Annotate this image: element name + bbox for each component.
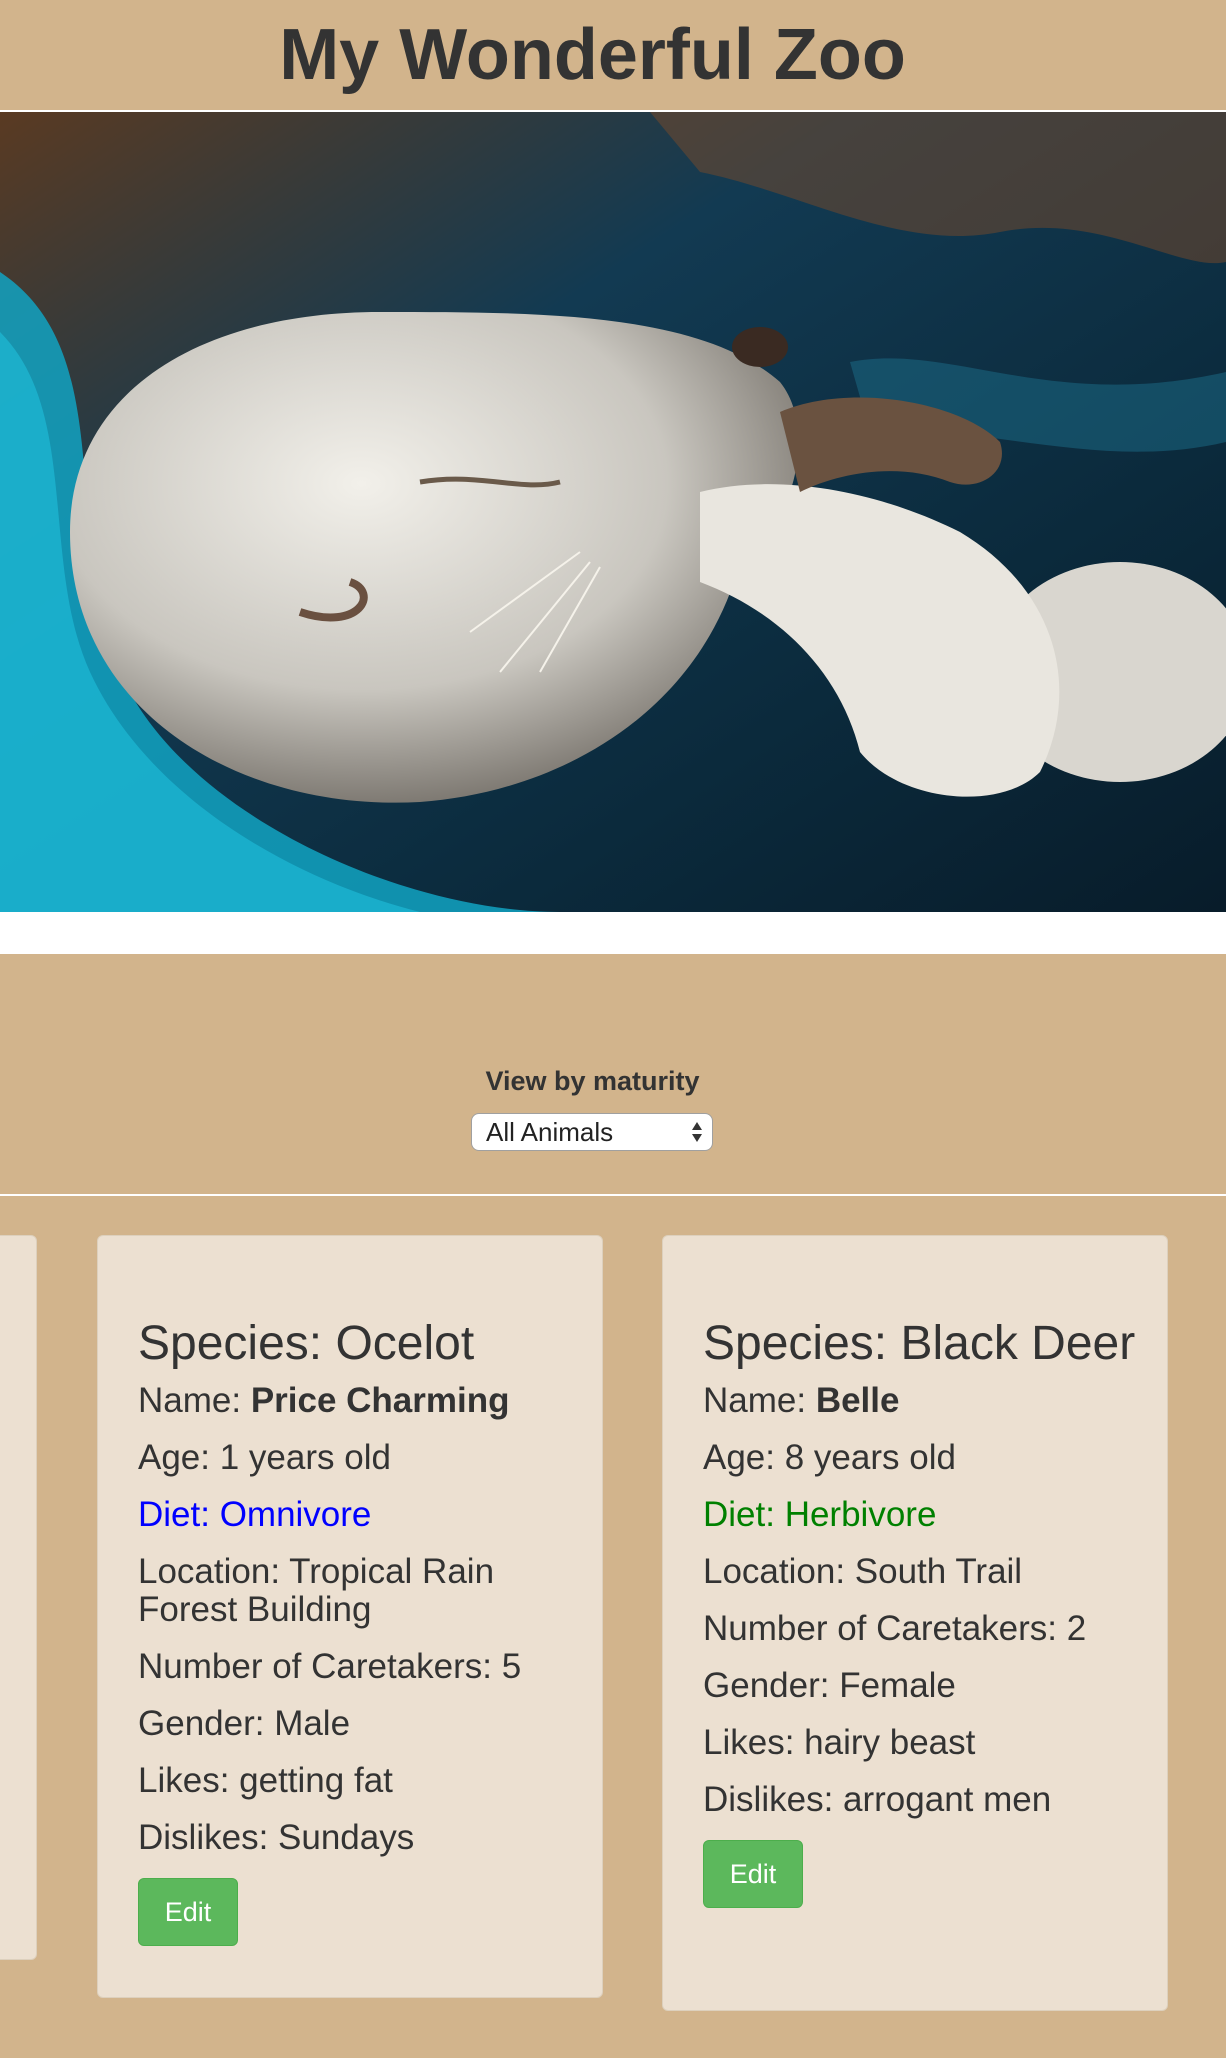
animal-name: Name: Belle [703, 1381, 900, 1420]
animal-caretakers: Number of Caretakers: 5 [138, 1647, 522, 1686]
animal-species: Species: Black Deer [703, 1317, 1136, 1370]
animal-caretakers: Number of Caretakers: 2 [703, 1609, 1087, 1648]
animal-location: Location: Tropical Rain Forest Building [138, 1552, 495, 1629]
select-arrows-icon [692, 1122, 702, 1142]
animal-dislikes: Dislikes: arrogant men [703, 1780, 1052, 1819]
animal-likes: Likes: hairy beast [703, 1723, 976, 1762]
animal-name: Name: Price Charming [138, 1381, 510, 1420]
sea-otter-illustration [0, 112, 1226, 912]
animal-location: Location: South Trail [703, 1552, 1023, 1591]
divider-band [0, 912, 1226, 954]
animal-dislikes: Dislikes: Sundays [138, 1818, 415, 1857]
animal-gender: Gender: Male [138, 1704, 351, 1743]
page-header: My Wonderful Zoo [0, 0, 1226, 112]
maturity-select[interactable]: All Animals [471, 1113, 713, 1151]
animal-species: Species: Ocelot [138, 1317, 475, 1370]
animal-likes: Likes: getting fat [138, 1761, 393, 1800]
animal-diet: Diet: Herbivore [703, 1495, 937, 1534]
animal-card: Species: Black Deer Name: Belle Age: 8 y… [662, 1235, 1168, 2011]
animal-age: Age: 1 years old [138, 1438, 391, 1477]
maturity-filter: View by maturity All Animals [0, 954, 1226, 1196]
animal-gender: Gender: Female [703, 1666, 956, 1705]
hero-image-sea-otter [0, 112, 1226, 912]
animal-card: Species: Ocelot Name: Price Charming Age… [97, 1235, 603, 1998]
animal-age: Age: 8 years old [703, 1438, 956, 1477]
animal-name-value: Price Charming [250, 1381, 510, 1420]
animal-card-partial [0, 1235, 37, 1960]
edit-button[interactable]: Edit [703, 1840, 803, 1908]
edit-button[interactable]: Edit [138, 1878, 238, 1946]
filter-label: View by maturity [485, 1066, 700, 1096]
page-title: My Wonderful Zoo [279, 15, 906, 95]
animal-diet: Diet: Omnivore [138, 1495, 372, 1534]
animal-name-value: Belle [815, 1381, 900, 1420]
maturity-select-value: All Animals [486, 1117, 614, 1147]
